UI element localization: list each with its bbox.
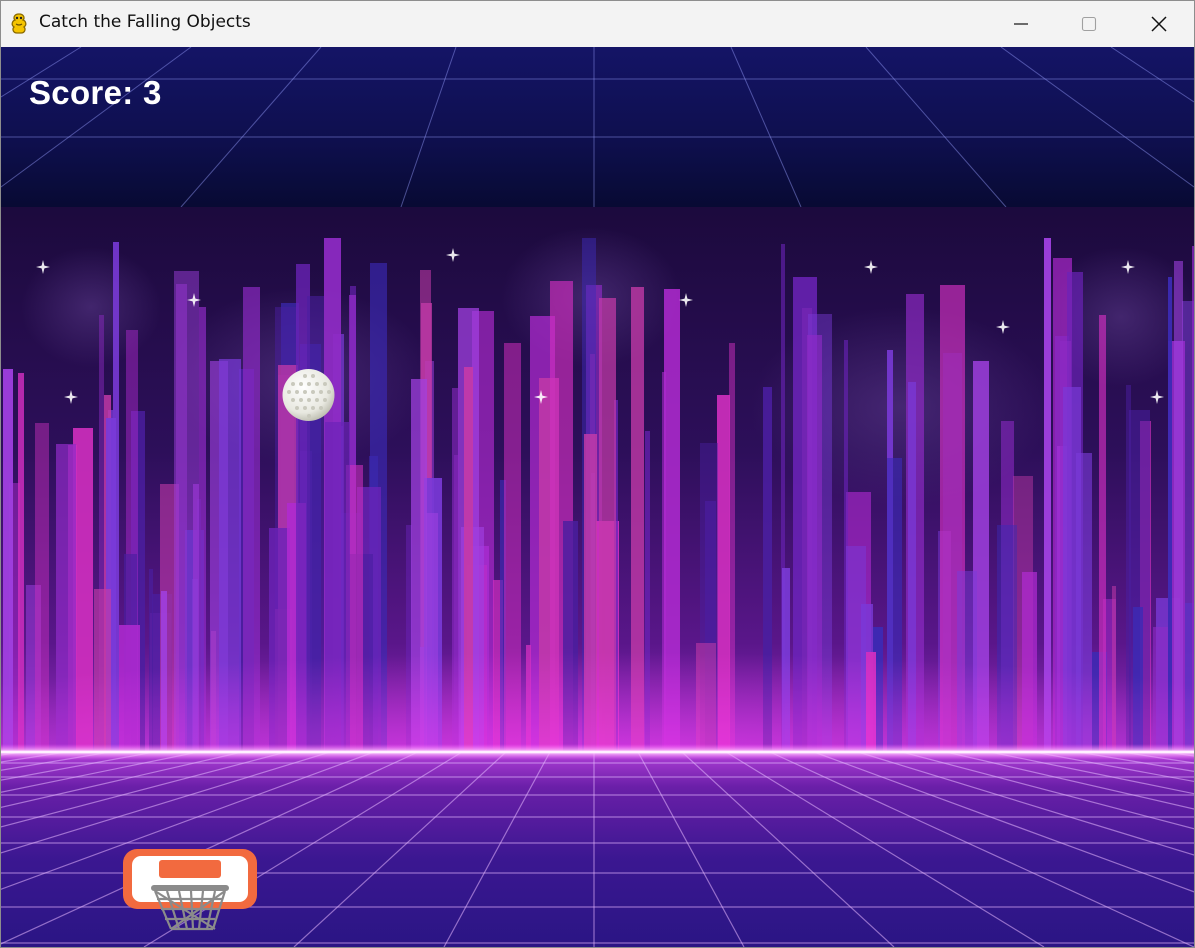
game-canvas[interactable]: Score: 3 [1,47,1194,947]
minimize-button[interactable] [987,1,1055,46]
close-icon [1151,15,1167,32]
golf-ball [282,369,335,421]
maximize-icon [1081,16,1097,31]
window-title: Catch the Falling Objects [39,12,251,32]
close-button[interactable] [1125,1,1193,46]
pygame-snake-icon [11,13,27,34]
maximize-button[interactable] [1055,1,1123,46]
app-window: Catch the Falling Objects Score: 3 [0,0,1195,948]
score-label: Score: 3 [29,74,162,111]
basketball-hoop [123,849,257,931]
title-bar[interactable]: Catch the Falling Objects [1,1,1194,46]
synthwave-background [1,47,1194,947]
minimize-icon [1014,22,1028,25]
